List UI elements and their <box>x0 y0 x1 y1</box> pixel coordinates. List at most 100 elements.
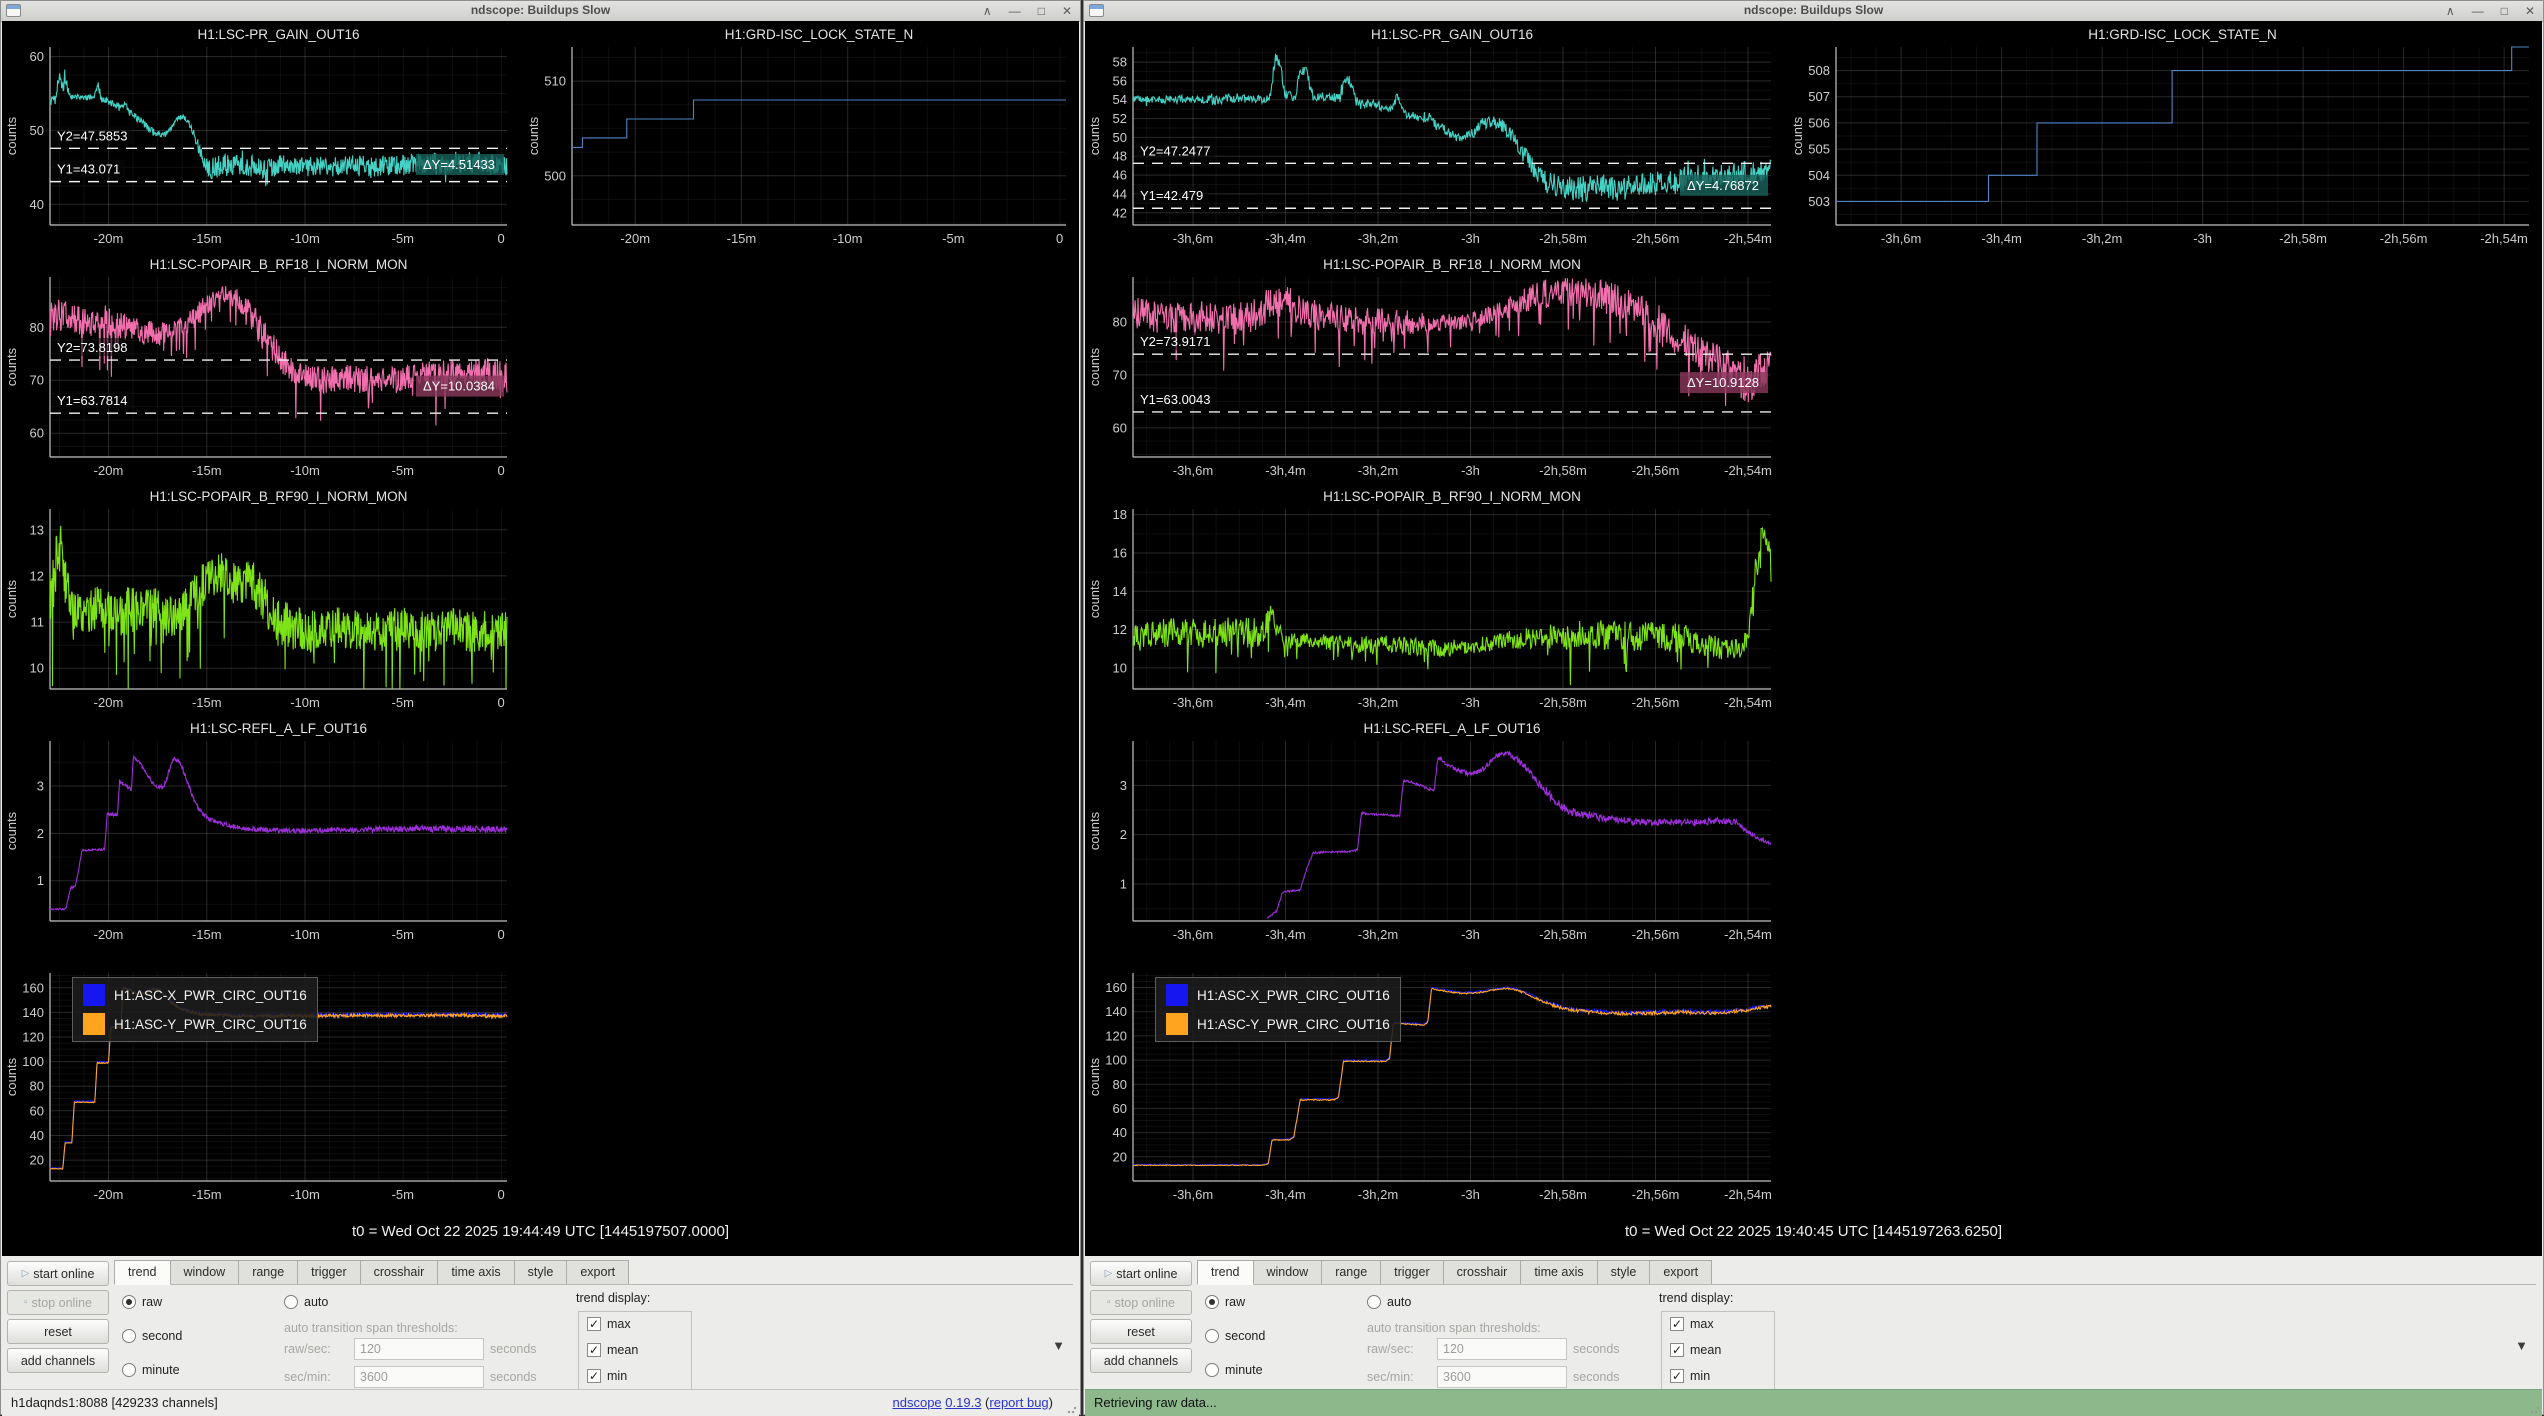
field-raw-sec-input[interactable] <box>1437 1338 1567 1360</box>
checkbox-max-box[interactable]: ✓ <box>587 1317 601 1331</box>
ndscope-link[interactable]: ndscope <box>893 1395 942 1410</box>
tab-style[interactable]: style <box>1597 1260 1651 1285</box>
y-tick-label: 54 <box>1113 92 1127 107</box>
checkbox-max-box[interactable]: ✓ <box>1670 1317 1684 1331</box>
cursor-label[interactable]: Y1=43.071 <box>57 162 120 177</box>
tab-window[interactable]: window <box>170 1260 240 1285</box>
radio-auto-circle[interactable] <box>1367 1295 1381 1309</box>
plot-h1-lsc-pr-gain-out16[interactable]: 405060-20m-15m-10m-5m0H1:LSC-PR_GAIN_OUT… <box>4 25 516 251</box>
radio-minute[interactable]: minute <box>122 1363 180 1377</box>
plot-legend[interactable]: H1:ASC-X_PWR_CIRC_OUT16H1:ASC-Y_PWR_CIRC… <box>72 977 318 1042</box>
resize-grip-icon[interactable] <box>2530 1404 2540 1414</box>
start-online-button[interactable]: ▷start online <box>1090 1261 1192 1286</box>
cursor-label[interactable]: Y2=73.9171 <box>1140 334 1210 349</box>
radio-minute-circle[interactable] <box>122 1363 136 1377</box>
checkbox-min-box[interactable]: ✓ <box>587 1369 601 1383</box>
maximize-window-icon[interactable]: □ <box>2501 1 2508 21</box>
auto-thresholds-heading: auto transition span thresholds: <box>284 1321 458 1335</box>
field-raw-sec-input[interactable] <box>354 1338 484 1360</box>
version-link[interactable]: 0.19.3 <box>945 1395 981 1410</box>
checkbox-mean-box[interactable]: ✓ <box>1670 1343 1684 1357</box>
plot-h1-lsc-refl-a-lf-out16[interactable]: 123-20m-15m-10m-5m0H1:LSC-REFL_A_LF_OUT1… <box>4 719 516 947</box>
radio-raw-circle[interactable] <box>1205 1295 1219 1309</box>
checkbox-min[interactable]: ✓min <box>587 1369 627 1383</box>
stop-online-button[interactable]: ▫stop online <box>1090 1290 1192 1315</box>
plot-h1-lsc-popair-b-rf18-i-norm-mon[interactable]: 607080-20m-15m-10m-5m0H1:LSC-POPAIR_B_RF… <box>4 255 516 483</box>
close-window-icon[interactable]: ✕ <box>2525 1 2535 21</box>
panel-expander-icon[interactable]: ▼ <box>1052 1338 1065 1353</box>
field-sec-min-input[interactable] <box>354 1366 484 1388</box>
titlebar[interactable]: ndscope: Buildups Slow ∧—□✕ <box>1 1 1080 22</box>
checkbox-min-box[interactable]: ✓ <box>1670 1369 1684 1383</box>
add-channels-button[interactable]: add channels <box>1090 1348 1192 1373</box>
close-window-icon[interactable]: ✕ <box>1062 1 1072 21</box>
radio-raw[interactable]: raw <box>122 1295 162 1309</box>
tab-crosshair[interactable]: crosshair <box>1443 1260 1522 1285</box>
cursor-label[interactable]: Y1=42.479 <box>1140 188 1203 203</box>
plot-plot[interactable]: 20406080100120140160-20m-15m-10m-5m0coun… <box>4 951 516 1207</box>
shade-window-icon[interactable]: ∧ <box>983 1 992 21</box>
x-tick-label: -5m <box>392 463 414 478</box>
plot-plot[interactable]: 20406080100120140160-3h,6m-3h,4m-3h,2m-3… <box>1087 951 1780 1207</box>
radio-second[interactable]: second <box>1205 1329 1265 1343</box>
minimize-window-icon[interactable]: — <box>1009 1 1021 21</box>
cursor-label[interactable]: Y1=63.7814 <box>57 393 127 408</box>
y-tick-label: 160 <box>22 980 44 995</box>
radio-auto[interactable]: auto <box>1367 1295 1411 1309</box>
tab-trigger[interactable]: trigger <box>1380 1260 1443 1285</box>
minimize-window-icon[interactable]: — <box>2472 1 2484 21</box>
checkbox-mean[interactable]: ✓mean <box>1670 1343 1721 1357</box>
field-sec-min-input[interactable] <box>1437 1366 1567 1388</box>
radio-second[interactable]: second <box>122 1329 182 1343</box>
tab-window[interactable]: window <box>1253 1260 1323 1285</box>
checkbox-mean[interactable]: ✓mean <box>587 1343 638 1357</box>
tab-time-axis[interactable]: time axis <box>437 1260 514 1285</box>
radio-raw[interactable]: raw <box>1205 1295 1245 1309</box>
cursor-label[interactable]: Y1=63.0043 <box>1140 392 1210 407</box>
radio-minute[interactable]: minute <box>1205 1363 1263 1377</box>
plot-h1-grd-isc-lock-state-n[interactable]: 500510-20m-15m-10m-5m0H1:GRD-ISC_LOCK_ST… <box>526 25 1075 251</box>
tab-trigger[interactable]: trigger <box>297 1260 360 1285</box>
cursor-label[interactable]: Y2=47.2477 <box>1140 143 1210 158</box>
radio-second-circle[interactable] <box>122 1329 136 1343</box>
plot-h1-lsc-popair-b-rf18-i-norm-mon[interactable]: 607080-3h,6m-3h,4m-3h,2m-3h-2h,58m-2h,56… <box>1087 255 1780 483</box>
tab-crosshair[interactable]: crosshair <box>360 1260 439 1285</box>
radio-auto-circle[interactable] <box>284 1295 298 1309</box>
shade-window-icon[interactable]: ∧ <box>2446 1 2455 21</box>
resize-grip-icon[interactable] <box>1067 1404 1077 1414</box>
tab-export[interactable]: export <box>566 1260 629 1285</box>
plot-h1-lsc-pr-gain-out16[interactable]: 424446485052545658-3h,6m-3h,4m-3h,2m-3h-… <box>1087 25 1780 251</box>
checkbox-max[interactable]: ✓max <box>1670 1317 1714 1331</box>
tab-range[interactable]: range <box>238 1260 298 1285</box>
radio-auto[interactable]: auto <box>284 1295 328 1309</box>
add-channels-button[interactable]: add channels <box>7 1348 109 1373</box>
cursor-label[interactable]: Y2=47.5853 <box>57 128 127 143</box>
tab-range[interactable]: range <box>1321 1260 1381 1285</box>
tab-export[interactable]: export <box>1649 1260 1712 1285</box>
plot-h1-lsc-popair-b-rf90-i-norm-mon[interactable]: 10111213-20m-15m-10m-5m0H1:LSC-POPAIR_B_… <box>4 487 516 715</box>
reset-button[interactable]: reset <box>1090 1319 1192 1344</box>
radio-second-circle[interactable] <box>1205 1329 1219 1343</box>
tab-trend[interactable]: trend <box>1197 1260 1254 1285</box>
titlebar[interactable]: ndscope: Buildups Slow ∧—□✕ <box>1084 1 2543 22</box>
radio-minute-circle[interactable] <box>1205 1363 1219 1377</box>
plot-h1-lsc-refl-a-lf-out16[interactable]: 123-3h,6m-3h,4m-3h,2m-3h-2h,58m-2h,56m-2… <box>1087 719 1780 947</box>
start-online-button[interactable]: ▷start online <box>7 1261 109 1286</box>
plot-h1-lsc-popair-b-rf90-i-norm-mon[interactable]: 1012141618-3h,6m-3h,4m-3h,2m-3h-2h,58m-2… <box>1087 487 1780 715</box>
tab-style[interactable]: style <box>514 1260 568 1285</box>
tab-trend[interactable]: trend <box>114 1260 171 1285</box>
checkbox-mean-box[interactable]: ✓ <box>587 1343 601 1357</box>
radio-raw-circle[interactable] <box>122 1295 136 1309</box>
tab-time-axis[interactable]: time axis <box>1520 1260 1597 1285</box>
report-bug-link[interactable]: report bug <box>989 1395 1048 1410</box>
plot-legend[interactable]: H1:ASC-X_PWR_CIRC_OUT16H1:ASC-Y_PWR_CIRC… <box>1155 977 1401 1042</box>
maximize-window-icon[interactable]: □ <box>1038 1 1045 21</box>
panel-expander-icon[interactable]: ▼ <box>2515 1338 2528 1353</box>
checkbox-max[interactable]: ✓max <box>587 1317 631 1331</box>
y-tick-label: 52 <box>1113 111 1127 126</box>
stop-online-button[interactable]: ▫stop online <box>7 1290 109 1315</box>
checkbox-min[interactable]: ✓min <box>1670 1369 1710 1383</box>
plot-h1-grd-isc-lock-state-n[interactable]: 503504505506507508-3h,6m-3h,4m-3h,2m-3h-… <box>1790 25 2538 251</box>
reset-button[interactable]: reset <box>7 1319 109 1344</box>
cursor-label[interactable]: Y2=73.8198 <box>57 340 127 355</box>
